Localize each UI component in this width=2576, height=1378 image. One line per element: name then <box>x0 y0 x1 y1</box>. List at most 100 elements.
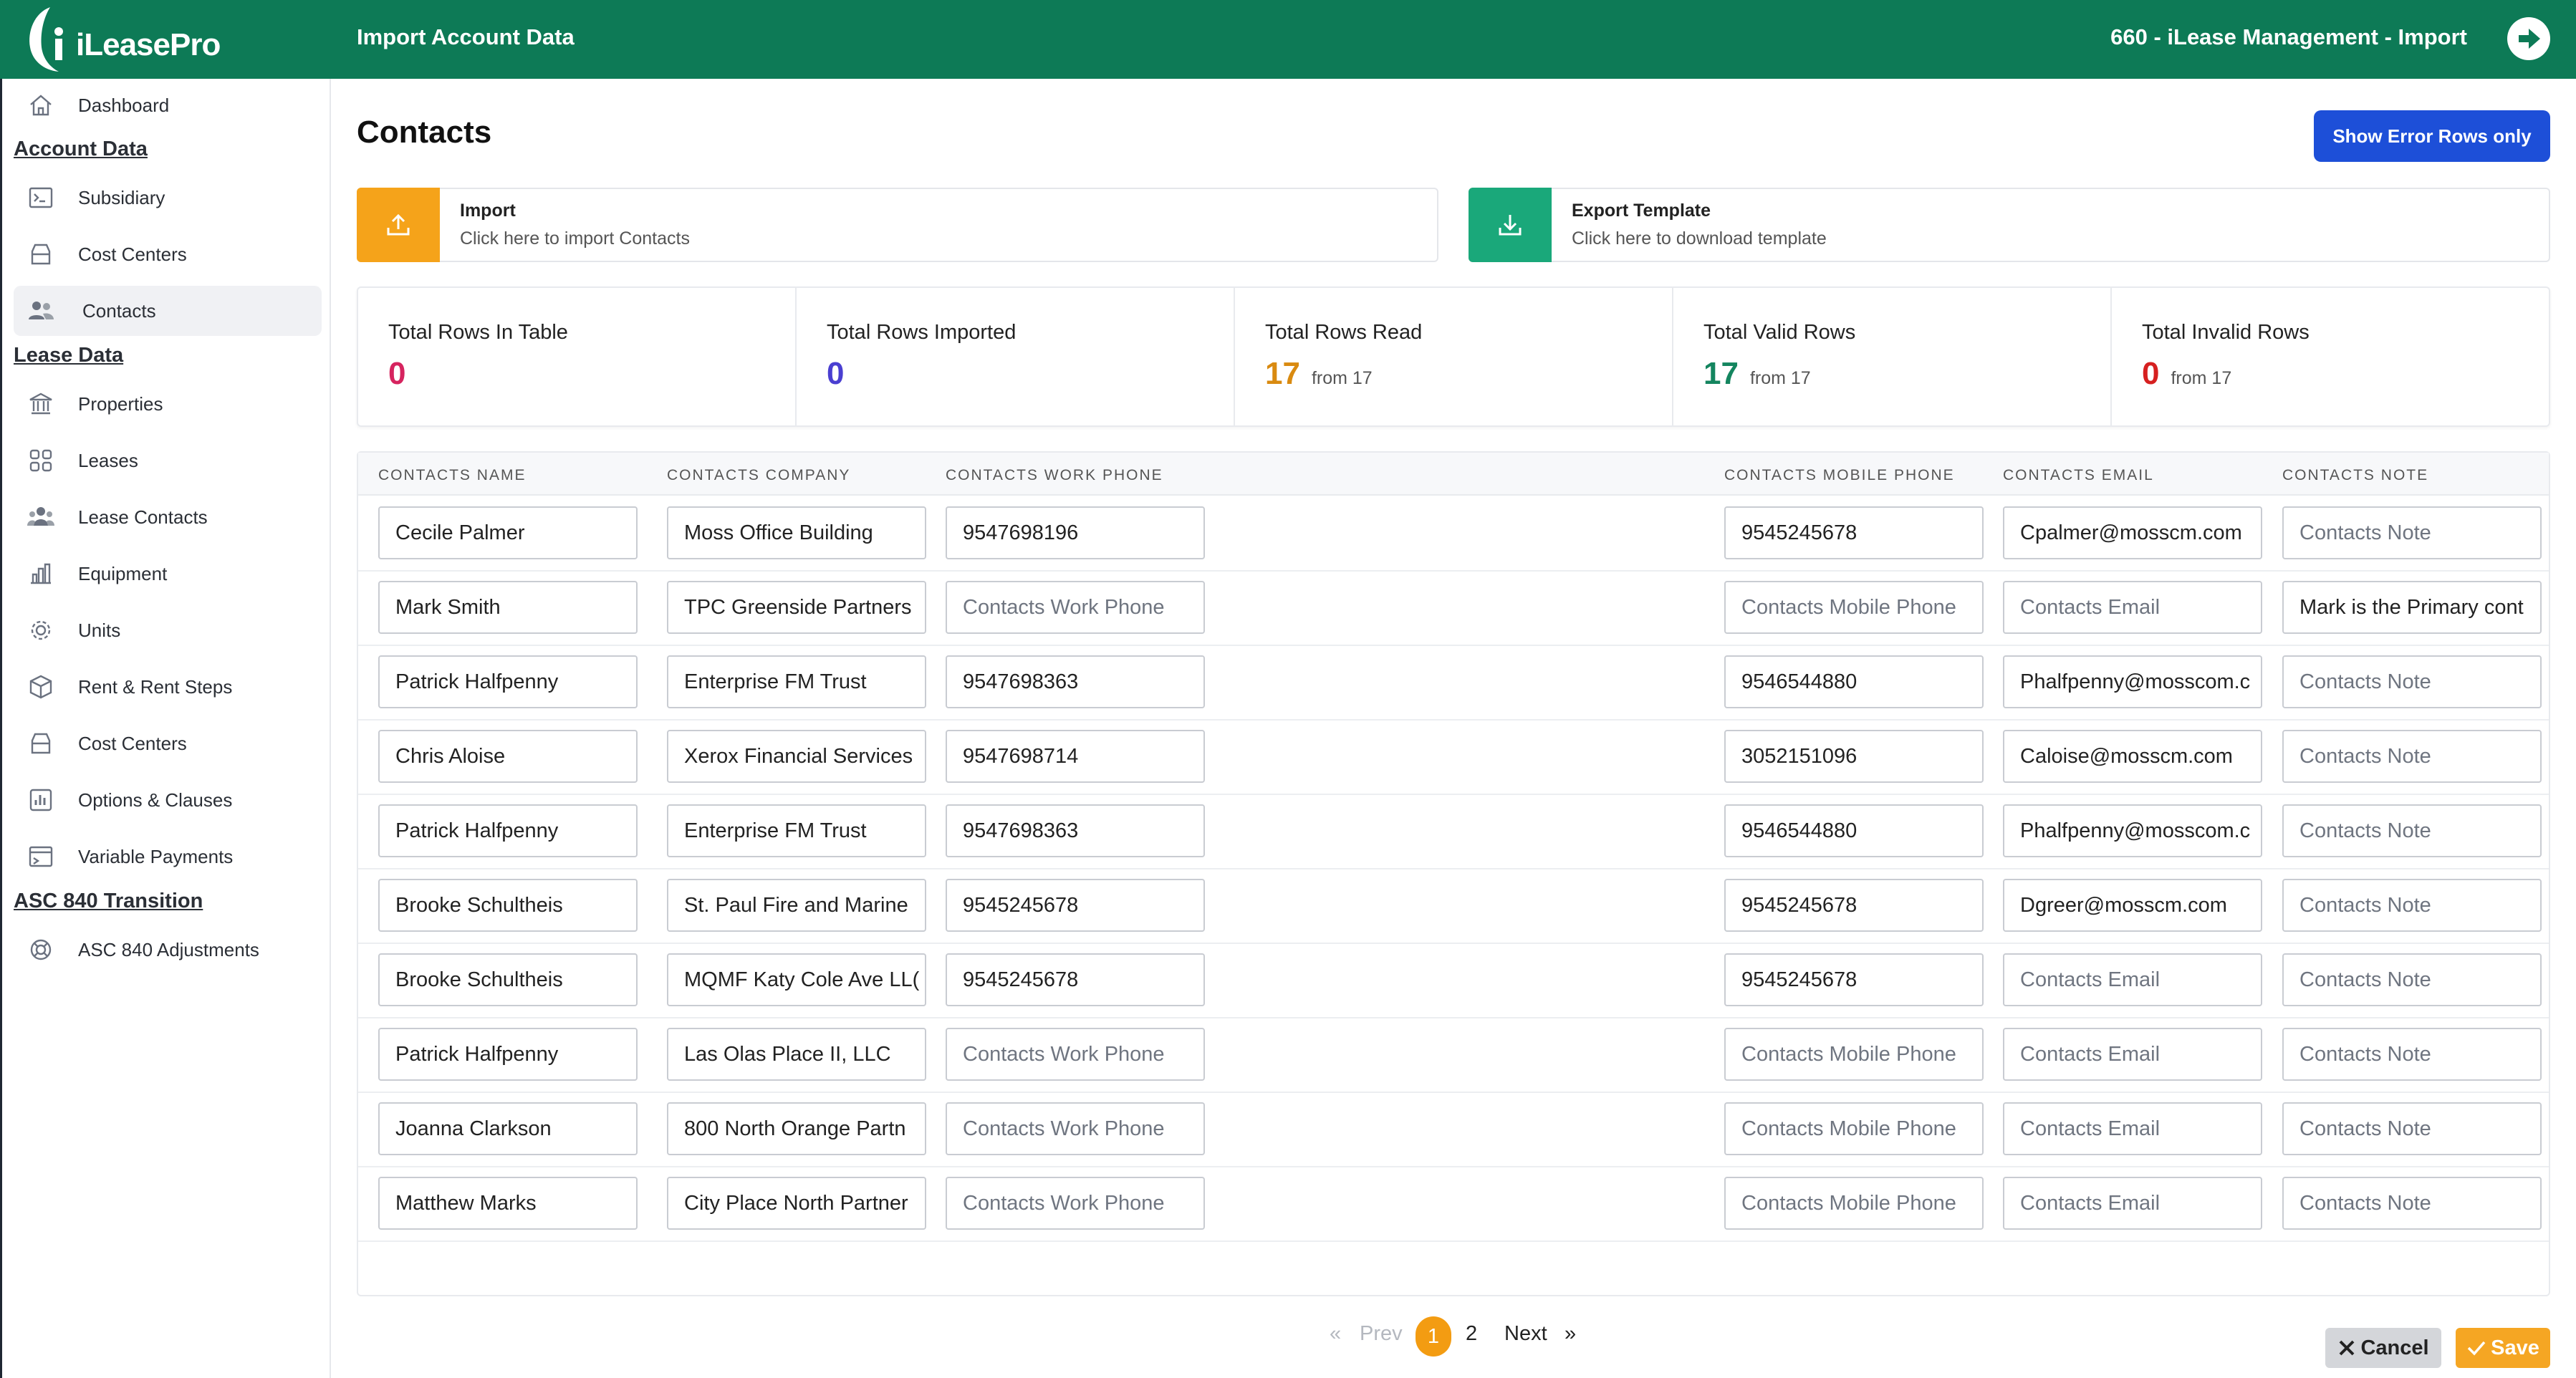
section-lease-data[interactable]: Lease Data <box>14 344 123 367</box>
note-input[interactable]: Contacts Note <box>2282 655 2542 708</box>
mobile-phone-input[interactable]: 9545245678 <box>1724 953 1984 1006</box>
arrow-right-icon <box>2519 29 2540 49</box>
work-phone-input[interactable]: Contacts Work Phone <box>946 581 1205 634</box>
box-icon <box>25 671 57 703</box>
email-input[interactable]: Phalfpenny@mosscom.c <box>2003 804 2262 857</box>
sidebar-item-lease-contacts[interactable]: Lease Contacts <box>14 492 322 542</box>
email-input[interactable]: Dgreer@mosscm.com <box>2003 879 2262 932</box>
email-input[interactable]: Contacts Email <box>2003 1028 2262 1081</box>
stat-label: Total Rows In Table <box>388 321 568 344</box>
company-input[interactable]: Moss Office Building <box>667 506 926 559</box>
name-input[interactable]: Chris Aloise <box>378 730 638 783</box>
sidebar-item-asc-840-adjustments[interactable]: ASC 840 Adjustments <box>14 925 322 975</box>
mobile-phone-input[interactable]: 9545245678 <box>1724 506 1984 559</box>
name-input[interactable]: Mark Smith <box>378 581 638 634</box>
stat-label: Total Valid Rows <box>1703 321 1856 344</box>
company-input[interactable]: TPC Greenside Partners <box>667 581 926 634</box>
first-page-link[interactable]: « <box>1330 1322 1341 1346</box>
sidebar-item-rent-steps[interactable]: Rent & Rent Steps <box>14 662 322 712</box>
name-input[interactable]: Cecile Palmer <box>378 506 638 559</box>
work-phone-input[interactable]: 9545245678 <box>946 879 1205 932</box>
note-input[interactable]: Contacts Note <box>2282 879 2542 932</box>
work-phone-input[interactable]: 9547698714 <box>946 730 1205 783</box>
company-input[interactable]: 800 North Orange Partn <box>667 1102 926 1155</box>
sidebar-item-options-clauses[interactable]: Options & Clauses <box>14 775 322 825</box>
note-input[interactable]: Contacts Note <box>2282 1028 2542 1081</box>
sidebar-item-cost-centers[interactable]: Cost Centers <box>14 229 322 279</box>
email-input[interactable]: Contacts Email <box>2003 953 2262 1006</box>
export-template-card[interactable]: Export Template Click here to download t… <box>1469 188 2550 262</box>
work-phone-input[interactable]: 9547698363 <box>946 804 1205 857</box>
exit-button[interactable] <box>2507 17 2550 60</box>
import-card[interactable]: Import Click here to import Contacts <box>357 188 1438 262</box>
mobile-phone-input[interactable]: Contacts Mobile Phone <box>1724 1102 1984 1155</box>
work-phone-input[interactable]: Contacts Work Phone <box>946 1028 1205 1081</box>
name-input[interactable]: Brooke Schultheis <box>378 953 638 1006</box>
mobile-phone-input[interactable]: 9546544880 <box>1724 804 1984 857</box>
next-page-link[interactable]: Next <box>1504 1322 1547 1346</box>
sidebar-item-dashboard[interactable]: Dashboard <box>14 80 322 130</box>
company-input[interactable]: Enterprise FM Trust <box>667 655 926 708</box>
name-input[interactable]: Patrick Halfpenny <box>378 1028 638 1081</box>
sidebar-item-properties[interactable]: Properties <box>14 379 322 429</box>
work-phone-input[interactable]: Contacts Work Phone <box>946 1177 1205 1230</box>
note-input[interactable]: Contacts Note <box>2282 1102 2542 1155</box>
mobile-phone-input[interactable]: Contacts Mobile Phone <box>1724 581 1984 634</box>
email-input[interactable]: Caloise@mosscm.com <box>2003 730 2262 783</box>
section-account-data[interactable]: Account Data <box>14 138 148 161</box>
name-input[interactable]: Joanna Clarkson <box>378 1102 638 1155</box>
column-header-email: CONTACTS EMAIL <box>2003 467 2154 483</box>
show-error-rows-button[interactable]: Show Error Rows only <box>2314 110 2550 162</box>
company-input[interactable]: Xerox Financial Services <box>667 730 926 783</box>
note-input[interactable]: Mark is the Primary cont <box>2282 581 2542 634</box>
company-input[interactable]: Enterprise FM Trust <box>667 804 926 857</box>
email-input[interactable]: Phalfpenny@mosscom.c <box>2003 655 2262 708</box>
name-input[interactable]: Patrick Halfpenny <box>378 804 638 857</box>
stat-from: from 17 <box>1311 368 1373 388</box>
sidebar-item-units[interactable]: Units <box>14 605 322 655</box>
work-phone-input[interactable]: 9545245678 <box>946 953 1205 1006</box>
sidebar-item-subsidiary[interactable]: Subsidiary <box>14 173 322 223</box>
work-phone-input[interactable]: 9547698196 <box>946 506 1205 559</box>
prev-page-link[interactable]: Prev <box>1360 1322 1403 1346</box>
mobile-phone-input[interactable]: Contacts Mobile Phone <box>1724 1028 1984 1081</box>
sidebar-item-cost-centers-lease[interactable]: Cost Centers <box>14 718 322 768</box>
note-input[interactable]: Contacts Note <box>2282 730 2542 783</box>
note-input[interactable]: Contacts Note <box>2282 953 2542 1006</box>
work-phone-input[interactable]: Contacts Work Phone <box>946 1102 1205 1155</box>
name-input[interactable]: Brooke Schultheis <box>378 879 638 932</box>
sidebar-item-equipment[interactable]: Equipment <box>14 549 322 599</box>
sidebar-item-contacts[interactable]: Contacts <box>14 286 322 336</box>
cancel-button[interactable]: Cancel <box>2325 1328 2441 1368</box>
table-row: Brooke Schultheis St. Paul Fire and Marin… <box>358 869 2549 944</box>
name-input[interactable]: Patrick Halfpenny <box>378 655 638 708</box>
mobile-phone-input[interactable]: 9546544880 <box>1724 655 1984 708</box>
sidebar-item-label: Leases <box>78 449 138 471</box>
email-input[interactable]: Contacts Email <box>2003 581 2262 634</box>
note-input[interactable]: Contacts Note <box>2282 1177 2542 1230</box>
table-row: Mark Smith TPC Greenside Partners Contacts… <box>358 572 2549 646</box>
company-input[interactable]: Las Olas Place II, LLC <box>667 1028 926 1081</box>
page-2-link[interactable]: 2 <box>1466 1322 1477 1346</box>
sidebar-item-leases[interactable]: Leases <box>14 435 322 486</box>
company-input[interactable]: City Place North Partner <box>667 1177 926 1230</box>
email-input[interactable]: Contacts Email <box>2003 1177 2262 1230</box>
note-input[interactable]: Contacts Note <box>2282 506 2542 559</box>
mobile-phone-input[interactable]: 3052151096 <box>1724 730 1984 783</box>
work-phone-input[interactable]: 9547698363 <box>946 655 1205 708</box>
company-input[interactable]: St. Paul Fire and Marine <box>667 879 926 932</box>
app-logo[interactable]: iLeasePro <box>21 3 221 74</box>
email-input[interactable]: Cpalmer@mosscm.com <box>2003 506 2262 559</box>
page-1-link[interactable]: 1 <box>1416 1316 1451 1357</box>
company-input[interactable]: MQMF Katy Cole Ave LL( <box>667 953 926 1006</box>
pagination: « Prev 1 2 Next » <box>358 1316 2552 1357</box>
name-input[interactable]: Matthew Marks <box>378 1177 638 1230</box>
last-page-link[interactable]: » <box>1565 1322 1576 1346</box>
mobile-phone-input[interactable]: Contacts Mobile Phone <box>1724 1177 1984 1230</box>
section-asc-840[interactable]: ASC 840 Transition <box>14 890 203 913</box>
email-input[interactable]: Contacts Email <box>2003 1102 2262 1155</box>
note-input[interactable]: Contacts Note <box>2282 804 2542 857</box>
sidebar-item-variable-payments[interactable]: Variable Payments <box>14 832 322 882</box>
mobile-phone-input[interactable]: 9545245678 <box>1724 879 1984 932</box>
save-button[interactable]: Save <box>2456 1328 2550 1368</box>
